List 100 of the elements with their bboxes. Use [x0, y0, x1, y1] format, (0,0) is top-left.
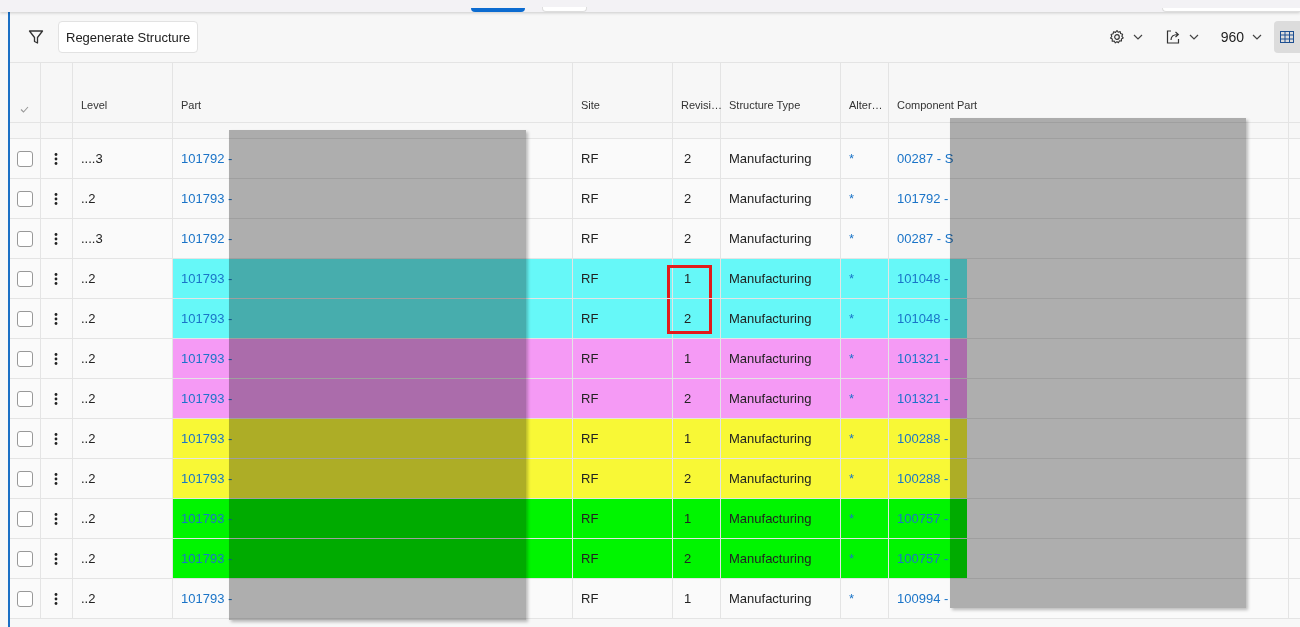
chevron-down-icon[interactable] [1188, 34, 1199, 40]
part-link[interactable]: 101792 - [181, 151, 233, 166]
alternative-link[interactable]: * [849, 551, 855, 566]
level-cell: ....3 [81, 231, 103, 246]
alternative-link[interactable]: * [849, 191, 855, 206]
row-checkbox[interactable] [17, 390, 33, 407]
page-size-dropdown[interactable]: 960 [1220, 29, 1262, 45]
column-header[interactable]: Structure Type [729, 99, 801, 111]
component-link[interactable]: 100757 - [889, 551, 949, 566]
part-link[interactable]: 101793 - [181, 551, 233, 566]
alternative-link[interactable]: * [849, 431, 855, 446]
primary-button[interactable] [471, 8, 525, 12]
level-cell: ..2 [81, 471, 96, 486]
component-link[interactable]: 100288 - [889, 471, 949, 486]
more-icon[interactable] [54, 272, 58, 285]
level-cell: ..2 [81, 431, 96, 446]
table-view-button[interactable] [1274, 21, 1300, 53]
column-header[interactable]: Site [581, 99, 600, 111]
structure-type-cell: Manufacturing [729, 151, 812, 166]
more-icon[interactable] [54, 472, 58, 485]
row-checkbox[interactable] [17, 430, 33, 447]
structure-type-cell: Manufacturing [729, 311, 812, 326]
site-cell: RF [581, 591, 599, 606]
more-icon[interactable] [54, 192, 58, 205]
component-link[interactable]: 00287 - S [889, 151, 954, 166]
alternative-link[interactable]: * [849, 471, 855, 486]
more-icon[interactable] [54, 352, 58, 365]
more-icon[interactable] [54, 152, 58, 165]
component-link[interactable]: 100288 - [889, 431, 949, 446]
row-checkbox[interactable] [17, 150, 33, 167]
more-icon[interactable] [54, 432, 58, 445]
component-link[interactable]: 101792 - [889, 191, 949, 206]
row-checkbox[interactable] [17, 470, 33, 487]
alternative-link[interactable]: * [849, 591, 855, 606]
column-header[interactable]: Component Part [897, 99, 978, 111]
row-checkbox[interactable] [17, 190, 33, 207]
site-cell: RF [581, 151, 599, 166]
row-checkbox[interactable] [17, 270, 33, 287]
level-cell: ..2 [81, 271, 96, 286]
site-cell: RF [581, 431, 599, 446]
settings-icon[interactable] [1108, 29, 1125, 45]
export-icon[interactable] [1164, 29, 1181, 45]
revision-cell: 2 [684, 391, 692, 406]
part-link[interactable]: 101793 - [181, 351, 233, 366]
row-checkbox[interactable] [17, 350, 33, 367]
revision-cell: 2 [684, 151, 692, 166]
alternative-link[interactable]: * [849, 351, 855, 366]
alternative-link[interactable]: * [849, 231, 855, 246]
part-link[interactable]: 101793 - [181, 591, 233, 606]
component-link[interactable]: 100757 - [889, 511, 949, 526]
more-icon[interactable] [54, 312, 58, 325]
filter-icon[interactable] [28, 29, 44, 45]
alternative-link[interactable]: * [849, 311, 855, 326]
part-link[interactable]: 101793 - [181, 271, 233, 286]
part-link[interactable]: 101793 - [181, 471, 233, 486]
component-link[interactable]: 101048 - [889, 271, 949, 286]
site-cell: RF [581, 231, 599, 246]
column-header[interactable]: Alter… [849, 99, 883, 111]
component-link[interactable]: 101321 - [889, 391, 949, 406]
revision-cell: 1 [684, 591, 692, 606]
component-link[interactable]: 100994 - [889, 591, 949, 606]
revision-cell: 2 [684, 471, 692, 486]
more-icon[interactable] [54, 392, 58, 405]
component-link[interactable]: 101048 - [889, 311, 949, 326]
more-icon[interactable] [54, 592, 58, 605]
row-checkbox[interactable] [17, 230, 33, 247]
column-header[interactable]: Revisi… [681, 99, 722, 111]
regenerate-button[interactable]: Regenerate Structure [58, 21, 199, 53]
site-cell: RF [581, 271, 599, 286]
component-link[interactable]: 101321 - [889, 351, 949, 366]
chevron-down-icon [1252, 34, 1262, 40]
row-checkbox[interactable] [17, 510, 33, 527]
row-checkbox[interactable] [17, 550, 33, 567]
part-link[interactable]: 101792 - [181, 231, 233, 246]
part-link[interactable]: 101793 - [181, 311, 233, 326]
alternative-link[interactable]: * [849, 511, 855, 526]
component-link[interactable]: 00287 - S [889, 231, 954, 246]
site-cell: RF [581, 511, 599, 526]
row-checkbox[interactable] [17, 590, 33, 607]
revision-cell: 2 [684, 551, 692, 566]
alternative-link[interactable]: * [849, 151, 855, 166]
alternative-link[interactable]: * [849, 271, 855, 286]
chevron-down-icon[interactable] [1132, 34, 1143, 40]
site-cell: RF [581, 311, 599, 326]
part-link[interactable]: 101793 - [181, 191, 233, 206]
level-cell: ..2 [81, 351, 96, 366]
more-icon[interactable] [54, 552, 58, 565]
row-checkbox[interactable] [17, 310, 33, 327]
part-link[interactable]: 101793 - [181, 431, 233, 446]
level-cell: ..2 [81, 391, 96, 406]
structure-type-cell: Manufacturing [729, 591, 812, 606]
site-cell: RF [581, 551, 599, 566]
revision-cell: 2 [684, 231, 692, 246]
more-icon[interactable] [54, 232, 58, 245]
more-icon[interactable] [54, 512, 58, 525]
column-header[interactable]: Part [181, 99, 202, 111]
alternative-link[interactable]: * [849, 391, 855, 406]
part-link[interactable]: 101793 - [181, 391, 233, 406]
column-header[interactable]: Level [81, 99, 108, 111]
part-link[interactable]: 101793 - [181, 511, 233, 526]
